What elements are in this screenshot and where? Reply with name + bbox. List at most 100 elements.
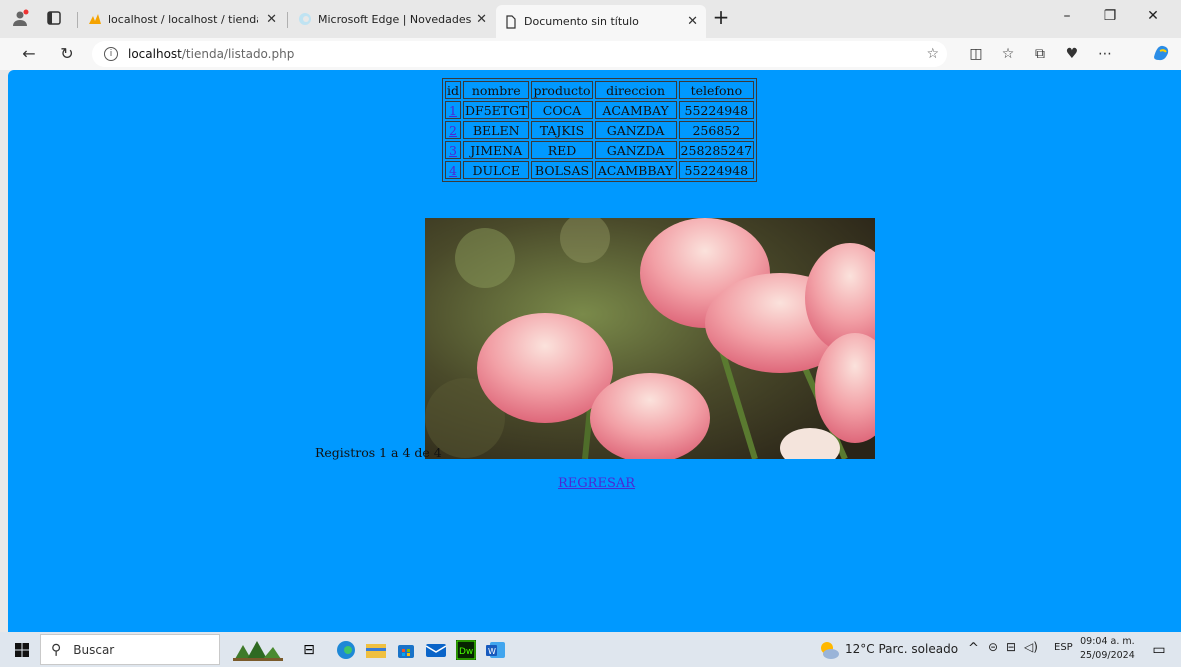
document-icon (504, 14, 518, 29)
tab-edge-news[interactable]: Microsoft Edge | Novedades ✕ (290, 5, 495, 33)
windows-taskbar: ⚲ Buscar ⊟ Dw W 12°C Parc. soleado ^ ⊝ ⊟… (0, 632, 1181, 667)
direccion-cell: GANZDA (594, 141, 677, 159)
column-header: telefono (678, 81, 755, 99)
regresar-link[interactable]: REGRESAR (558, 476, 635, 491)
close-tab-icon[interactable]: ✕ (476, 12, 487, 27)
address-bar[interactable]: i localhost/tienda/listado.php ☆ (92, 41, 947, 67)
id-cell: 2 (445, 121, 461, 139)
file-explorer-icon[interactable] (364, 638, 388, 661)
tab-documento[interactable]: Documento sin título ✕ (496, 5, 706, 38)
direccion-cell: ACAMBAY (594, 101, 677, 119)
close-tab-icon[interactable]: ✕ (687, 14, 698, 29)
search-icon: ⚲ (51, 641, 62, 658)
windows-start-icon[interactable] (12, 638, 32, 661)
table-header-row: id nombre producto direccion telefono (445, 81, 755, 99)
column-header: producto (531, 81, 593, 99)
collections-icon[interactable]: ⧉ (1029, 43, 1051, 65)
record-id-link[interactable]: 4 (449, 163, 457, 178)
favorites-icon[interactable]: ☆ (997, 43, 1019, 65)
telefono-cell: 55224948 (678, 101, 755, 119)
producto-cell: COCA (531, 101, 593, 119)
column-header: direccion (594, 81, 677, 99)
favorite-star-icon[interactable]: ☆ (926, 46, 939, 62)
close-window-button[interactable]: ✕ (1138, 8, 1168, 28)
info-icon[interactable]: i (104, 47, 118, 61)
back-arrow-icon[interactable]: ← (18, 43, 40, 65)
task-view-icon[interactable]: ⊟ (298, 638, 320, 661)
refresh-icon[interactable]: ↻ (56, 43, 78, 65)
more-options-icon[interactable]: ⋯ (1094, 43, 1116, 65)
nombre-cell: DULCE (463, 161, 530, 179)
word-icon[interactable]: W (484, 638, 508, 661)
column-header: nombre (463, 81, 530, 99)
dreamweaver-icon[interactable]: Dw (454, 638, 478, 661)
nombre-cell: BELEN (463, 121, 530, 139)
weather-text[interactable]: 12°C Parc. soleado (845, 642, 958, 656)
taskbar-search-box[interactable]: ⚲ Buscar (40, 634, 220, 665)
record-id-link[interactable]: 2 (449, 123, 457, 138)
id-cell: 3 (445, 141, 461, 159)
volume-icon[interactable]: ◁) (1024, 640, 1038, 654)
split-screen-icon[interactable]: ◫ (965, 43, 987, 65)
tab-separator (77, 12, 78, 28)
weather-icon[interactable] (817, 638, 841, 661)
tab-phpmyadmin[interactable]: localhost / localhost / tienda_aba ✕ (80, 5, 285, 33)
table-row: 3 JIMENA RED GANZDA 258285247 (445, 141, 755, 159)
clock[interactable]: 09:04 a. m. 25/09/2024 (1080, 635, 1135, 663)
nombre-cell: JIMENA (463, 141, 530, 159)
search-highlight-icon[interactable] (232, 638, 284, 661)
mail-icon[interactable] (424, 638, 448, 661)
copilot-icon[interactable] (1150, 43, 1172, 65)
producto-cell: BOLSAS (531, 161, 593, 179)
direccion-cell: GANZDA (594, 121, 677, 139)
table-row: 1 DF5ETGT COCA ACAMBAY 55224948 (445, 101, 755, 119)
tab-title: Documento sin título (524, 15, 639, 28)
direccion-cell: ACAMBBAY (594, 161, 677, 179)
meet-now-icon[interactable]: ⊝ (988, 640, 998, 654)
language-indicator[interactable]: ESP (1054, 642, 1073, 653)
record-id-link[interactable]: 3 (449, 143, 457, 158)
page-content: id nombre producto direccion telefono 1 … (8, 70, 1181, 632)
tab-actions-icon[interactable] (44, 8, 64, 28)
records-count-text: Registros 1 a 4 de 4 (315, 445, 442, 460)
edge-icon (298, 12, 312, 26)
records-table: id nombre producto direccion telefono 1 … (442, 78, 758, 182)
producto-cell: TAJKIS (531, 121, 593, 139)
telefono-cell: 256852 (678, 121, 755, 139)
tab-separator (287, 12, 288, 28)
url-host: localhost (128, 47, 182, 61)
browser-toolbar: ← ↻ i localhost/tienda/listado.php ☆ ◫ ☆… (0, 38, 1181, 70)
profile-icon[interactable] (10, 8, 30, 28)
close-tab-icon[interactable]: ✕ (266, 12, 277, 27)
browser-tab-bar: localhost / localhost / tienda_aba ✕ Mic… (0, 0, 1181, 38)
nombre-cell: DF5ETGT (463, 101, 530, 119)
id-cell: 4 (445, 161, 461, 179)
clock-date: 25/09/2024 (1080, 650, 1135, 661)
tab-title: Microsoft Edge | Novedades (318, 12, 472, 26)
telefono-cell: 258285247 (678, 141, 755, 159)
show-hidden-icons[interactable]: ^ (968, 641, 979, 656)
clock-time: 09:04 a. m. (1080, 636, 1135, 647)
producto-cell: RED (531, 141, 593, 159)
new-tab-button[interactable]: + (706, 5, 736, 29)
table-row: 2 BELEN TAJKIS GANZDA 256852 (445, 121, 755, 139)
id-cell: 1 (445, 101, 461, 119)
network-icon[interactable]: ⊟ (1006, 640, 1016, 654)
svg-text:Dw: Dw (459, 647, 473, 657)
telefono-cell: 55224948 (678, 161, 755, 179)
tulips-image (425, 218, 875, 459)
table-row: 4 DULCE BOLSAS ACAMBBAY 55224948 (445, 161, 755, 179)
notifications-icon[interactable]: ▭ (1148, 638, 1170, 661)
edge-taskbar-icon[interactable] (334, 638, 358, 661)
url-path: /tienda/listado.php (181, 47, 295, 61)
minimize-button[interactable]: – (1052, 8, 1082, 28)
browser-essentials-icon[interactable]: ♥ (1061, 43, 1083, 65)
record-id-link[interactable]: 1 (449, 103, 457, 118)
svg-text:W: W (488, 647, 496, 656)
column-header: id (445, 81, 461, 99)
restore-button[interactable]: ❐ (1095, 8, 1125, 28)
tab-title: localhost / localhost / tienda_aba (108, 12, 258, 26)
search-placeholder: Buscar (73, 642, 115, 657)
phpmyadmin-icon (88, 12, 102, 26)
store-icon[interactable] (394, 638, 418, 661)
